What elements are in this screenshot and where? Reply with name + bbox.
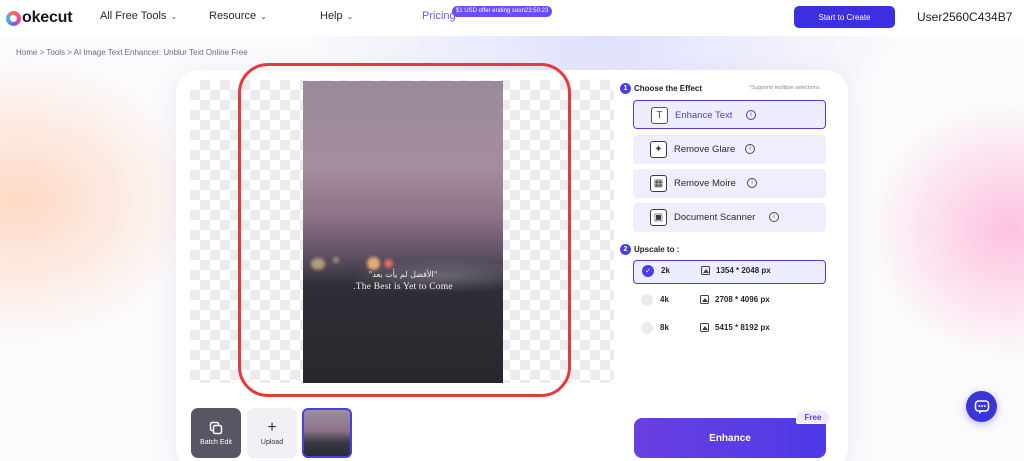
upscale-label: 2k bbox=[661, 266, 670, 275]
nav-help-label: Help bbox=[320, 10, 343, 22]
effect-label: Document Scanner bbox=[674, 212, 756, 223]
step-1-number: 1 bbox=[620, 83, 631, 94]
info-icon[interactable]: i bbox=[746, 110, 756, 120]
effect-document-scanner[interactable]: ▣ Document Scanner i bbox=[633, 203, 826, 232]
image-caption-text: .The Best is Yet to Come bbox=[353, 282, 453, 292]
effect-remove-glare[interactable]: ✦ Remove Glare i bbox=[633, 135, 826, 164]
upscale-label: 8k bbox=[660, 323, 669, 332]
start-to-create-button[interactable]: Start to Create bbox=[794, 6, 895, 28]
step-2-header: 2 Upscale to : bbox=[620, 244, 679, 255]
logo-mark-icon bbox=[6, 10, 21, 26]
effect-label: Remove Moire bbox=[674, 178, 736, 189]
info-icon[interactable]: i bbox=[745, 144, 755, 154]
multiple-selection-note: *Supports multiple selections bbox=[749, 85, 820, 91]
batch-edit-label: Batch Edit bbox=[200, 438, 232, 446]
nav-pricing[interactable]: Pricing bbox=[422, 10, 456, 22]
text-icon: T bbox=[651, 107, 668, 124]
chat-bubble-icon bbox=[974, 399, 989, 414]
upload-label: Upload bbox=[260, 438, 284, 446]
info-icon[interactable]: i bbox=[769, 212, 779, 222]
batch-edit-button[interactable]: Batch Edit bbox=[191, 408, 241, 458]
step-1-header: 1 Choose the Effect bbox=[620, 83, 702, 94]
logo-text: okecut bbox=[22, 9, 73, 26]
free-badge: Free bbox=[796, 410, 830, 424]
preview-image: "الأفضل لم يأت بعد" .The Best is Yet to … bbox=[303, 81, 503, 383]
effect-label: Enhance Text bbox=[675, 110, 733, 121]
check-icon: ✓ bbox=[642, 265, 654, 277]
step-2-number: 2 bbox=[620, 244, 631, 255]
nav-resource[interactable]: Resource ⌄ bbox=[209, 10, 267, 22]
chevron-down-icon: ⌄ bbox=[346, 11, 354, 21]
logo[interactable]: okecut bbox=[6, 8, 73, 28]
chevron-down-icon: ⌄ bbox=[260, 11, 267, 21]
moire-icon: ▦ bbox=[650, 175, 667, 192]
image-icon bbox=[700, 323, 709, 332]
nav-pricing-label: Pricing bbox=[422, 10, 456, 22]
glare-icon: ✦ bbox=[650, 141, 667, 158]
promo-countdown-badge[interactable]: $1 USD offer ending soon23:50:23 bbox=[452, 6, 553, 17]
effect-enhance-text[interactable]: T Enhance Text i bbox=[633, 100, 826, 129]
image-icon bbox=[700, 295, 709, 304]
user-account-menu[interactable]: User2560C434B7 bbox=[917, 10, 1012, 24]
image-thumbnail[interactable] bbox=[302, 408, 352, 458]
scanner-icon: ▣ bbox=[650, 209, 667, 226]
nav-all-free-tools[interactable]: All Free Tools ⌄ bbox=[100, 10, 177, 22]
upscale-resolution: 2708 * 4096 px bbox=[715, 295, 770, 304]
bokeh-light bbox=[367, 257, 380, 270]
nav-help[interactable]: Help ⌄ bbox=[320, 10, 353, 22]
chevron-down-icon: ⌄ bbox=[170, 11, 178, 21]
image-icon bbox=[701, 266, 710, 275]
upscale-option-2k[interactable]: ✓ 2k 1354 * 2048 px bbox=[633, 260, 826, 284]
step-2-title: Upscale to : bbox=[634, 245, 680, 254]
radio-unchecked-icon bbox=[641, 294, 653, 306]
upscale-option-8k[interactable]: 8k 5415 * 8192 px bbox=[633, 317, 826, 341]
image-arabic-text: "الأفضل لم يأت بعد" bbox=[368, 270, 438, 279]
layers-icon bbox=[209, 421, 223, 434]
upscale-option-4k[interactable]: 4k 2708 * 4096 px bbox=[633, 289, 826, 313]
breadcrumb: Home > Tools > AI Image Text Enhancer: U… bbox=[16, 48, 248, 57]
upscale-resolution: 5415 * 8192 px bbox=[715, 323, 770, 332]
step-1-title: Choose the Effect bbox=[634, 84, 703, 93]
radio-unchecked-icon bbox=[641, 322, 653, 334]
bokeh-light bbox=[384, 259, 393, 268]
bokeh-light bbox=[333, 257, 339, 263]
upload-button[interactable]: + Upload bbox=[247, 408, 297, 458]
chat-support-button[interactable] bbox=[966, 391, 997, 422]
upscale-label: 4k bbox=[660, 295, 669, 304]
effect-label: Remove Glare bbox=[674, 144, 736, 155]
enhance-button[interactable]: Enhance bbox=[634, 418, 826, 458]
top-navbar: okecut All Free Tools ⌄ Resource ⌄ Help … bbox=[0, 0, 1024, 36]
bokeh-light bbox=[311, 258, 325, 270]
info-icon[interactable]: i bbox=[747, 178, 757, 188]
plus-icon: + bbox=[267, 418, 277, 436]
nav-resource-label: Resource bbox=[209, 10, 257, 22]
upscale-resolution: 1354 * 2048 px bbox=[716, 266, 771, 275]
effect-remove-moire[interactable]: ▦ Remove Moire i bbox=[633, 169, 826, 198]
nav-all-free-tools-label: All Free Tools bbox=[100, 10, 167, 22]
